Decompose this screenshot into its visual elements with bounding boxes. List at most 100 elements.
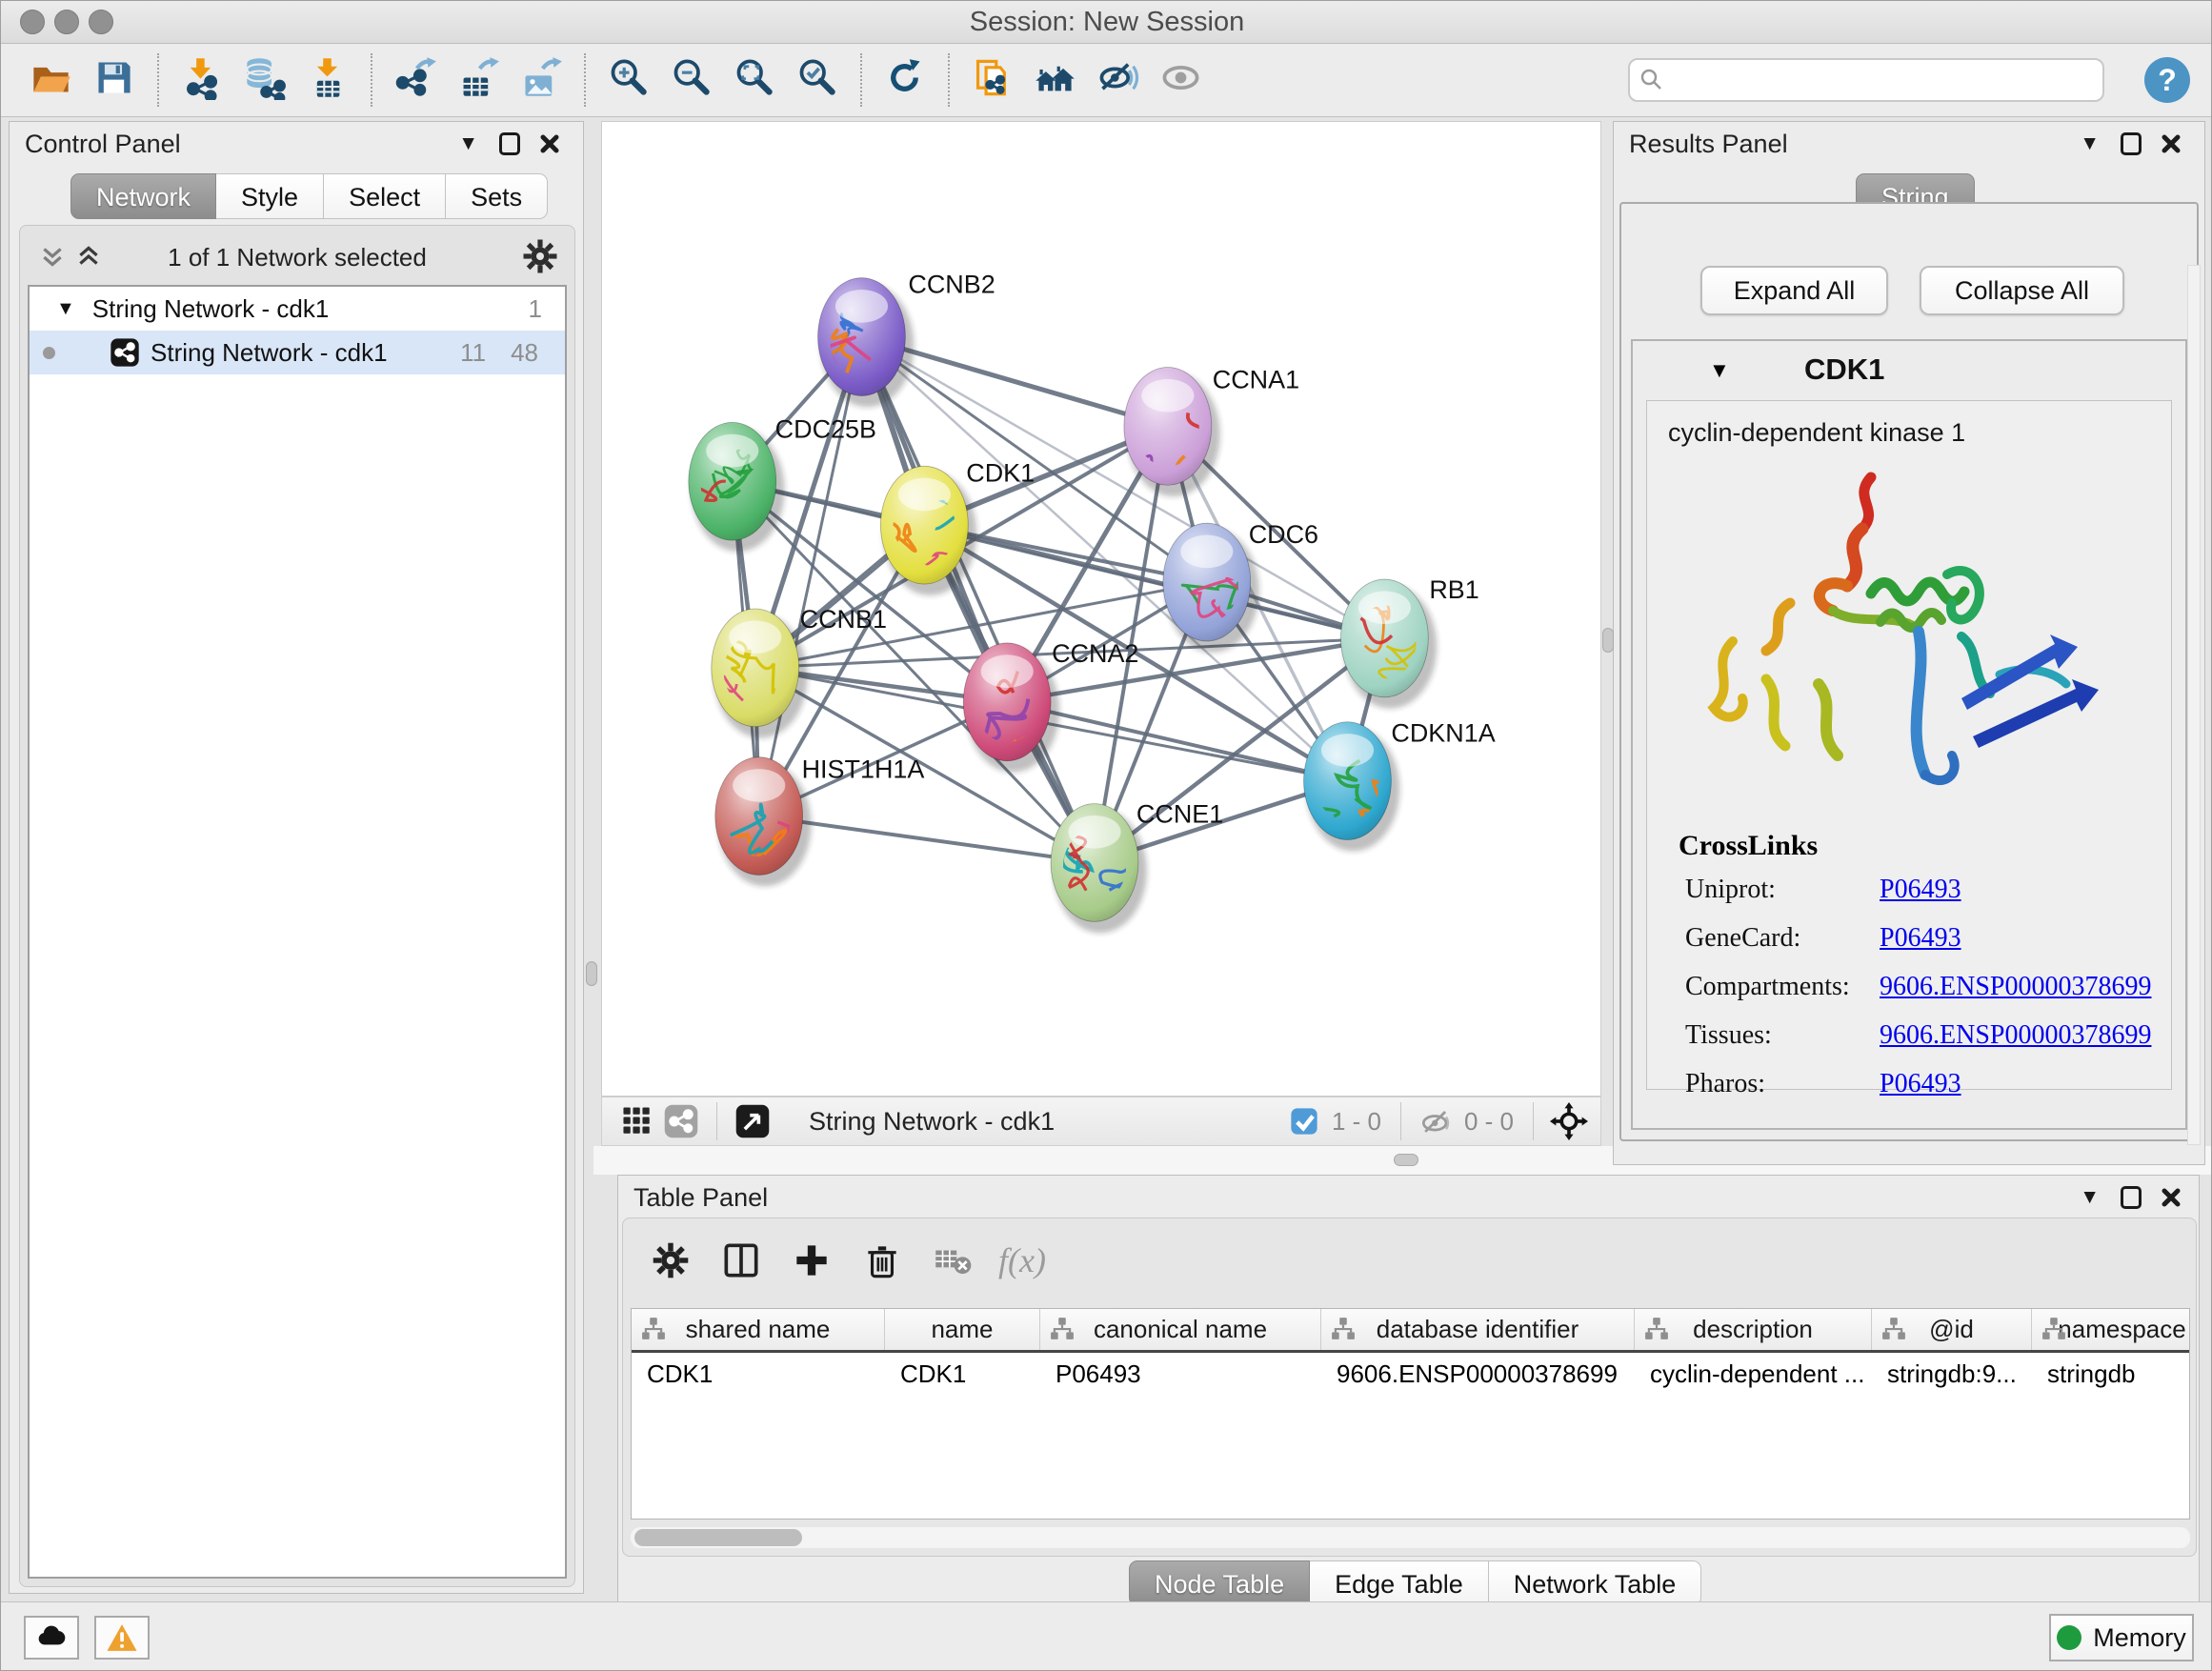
zoom-selected-button[interactable]	[790, 51, 843, 109]
network-node-CCNE1[interactable]	[1051, 804, 1147, 934]
close-panel-icon[interactable]	[2159, 131, 2183, 156]
network-node-HIST1H1A[interactable]	[715, 757, 812, 887]
network-graph[interactable]: CCNB2CCNA1CDC25BCDK1CDC6RB1CCNB1CCNA2CDK…	[602, 122, 1600, 1096]
birdseye-view-icon[interactable]	[731, 1099, 774, 1143]
network-options-gear-icon[interactable]	[519, 235, 561, 277]
save-session-button[interactable]	[87, 51, 140, 109]
table-row[interactable]: CDK1CDK1P064939606.ENSP00000378699cyclin…	[632, 1353, 2189, 1395]
tab-style[interactable]: Style	[216, 173, 324, 219]
tab-network-table[interactable]: Network Table	[1489, 1560, 1702, 1606]
table-cell[interactable]: P06493	[1040, 1359, 1321, 1389]
crosshair-icon[interactable]	[1547, 1099, 1591, 1143]
float-panel-icon[interactable]	[2121, 132, 2142, 155]
tab-sets[interactable]: Sets	[446, 173, 548, 219]
expand-all-button[interactable]: Expand All	[1700, 266, 1888, 315]
column-label: shared name	[686, 1315, 831, 1344]
float-panel-icon[interactable]	[2121, 1186, 2142, 1209]
left-splitter-handle[interactable]	[586, 961, 597, 986]
tab-select[interactable]: Select	[324, 173, 446, 219]
crosslink-link[interactable]: P06493	[1880, 923, 1961, 954]
table-cell[interactable]: cyclin-dependent ...	[1635, 1359, 1872, 1389]
clone-network-button[interactable]	[965, 51, 1018, 109]
center-splitter-handle[interactable]	[1394, 1154, 1418, 1166]
float-panel-icon[interactable]	[499, 132, 520, 155]
close-panel-icon[interactable]	[537, 131, 562, 156]
column-header--id[interactable]: @id	[1872, 1309, 2032, 1350]
shared-column-icon	[641, 1316, 666, 1344]
grid-view-icon[interactable]	[615, 1099, 659, 1143]
delete-column-icon[interactable]	[857, 1236, 907, 1285]
open-session-button[interactable]	[24, 51, 77, 109]
tab-edge-table[interactable]: Edge Table	[1310, 1560, 1489, 1606]
add-column-icon[interactable]	[787, 1236, 836, 1285]
table-cell[interactable]: stringdb	[2032, 1359, 2190, 1389]
protein-section: ▼ CDK1 cyclin-dependent kinase 1 CrossLi…	[1631, 339, 2187, 1130]
search-input[interactable]	[1672, 65, 2093, 96]
export-table-button[interactable]	[451, 51, 504, 109]
tab-network[interactable]: Network	[70, 173, 216, 219]
export-network-button[interactable]	[388, 51, 441, 109]
right-splitter-handle[interactable]	[1602, 628, 1614, 653]
table-hscrollbar-thumb[interactable]	[634, 1529, 802, 1546]
column-header-name[interactable]: name	[885, 1309, 1040, 1350]
hide-details-button[interactable]	[1154, 51, 1207, 109]
network-share-icon[interactable]	[659, 1099, 703, 1143]
network-node-CDKN1A[interactable]	[1299, 722, 1399, 852]
memory-button[interactable]: Memory	[2049, 1614, 2194, 1661]
section-collapse-icon[interactable]: ▼	[1709, 358, 1730, 383]
column-header-description[interactable]: description	[1635, 1309, 1872, 1350]
tree-expand-icon[interactable]: ▼	[56, 298, 75, 320]
export-image-button[interactable]	[513, 51, 567, 109]
column-header-shared-name[interactable]: shared name	[632, 1309, 885, 1350]
network-collection-row[interactable]: ▼ String Network - cdk1 1	[30, 287, 565, 331]
delete-table-icon	[928, 1236, 977, 1285]
crosslink-link[interactable]: P06493	[1880, 1069, 1961, 1099]
column-header-namespace[interactable]: namespace	[2032, 1309, 2190, 1350]
network-view-canvas[interactable]: CCNB2CCNA1CDC25BCDK1CDC6RB1CCNB1CCNA2CDK…	[601, 121, 1601, 1097]
network-edge[interactable]	[861, 337, 1095, 863]
import-table-file-button[interactable]	[300, 51, 353, 109]
zoom-out-button[interactable]	[664, 51, 717, 109]
warnings-button[interactable]	[94, 1616, 150, 1660]
panel-menu-icon[interactable]: ▼	[2080, 131, 2100, 156]
toolbar-separator	[371, 53, 372, 107]
table-cell[interactable]: stringdb:9...	[1872, 1359, 2032, 1389]
network-node-CCNB2[interactable]	[818, 278, 915, 413]
panel-menu-icon[interactable]: ▼	[458, 131, 478, 156]
shared-column-icon	[1644, 1316, 1669, 1344]
zoom-fit-button[interactable]	[727, 51, 780, 109]
crosslink-link[interactable]: 9606.ENSP00000378699	[1880, 972, 2151, 1002]
network-edge[interactable]	[759, 337, 862, 816]
import-network-file-button[interactable]	[174, 51, 228, 109]
show-graphics-details-button[interactable]	[1091, 51, 1144, 109]
network-node-CDC25B[interactable]	[610, 422, 785, 552]
string-home-button[interactable]	[1028, 51, 1081, 109]
help-button[interactable]: ?	[2144, 57, 2190, 103]
split-columns-icon[interactable]	[716, 1236, 766, 1285]
save-icon	[91, 55, 136, 105]
network-type-icon	[109, 336, 141, 369]
export-network-icon	[392, 55, 437, 105]
zoom-in-button[interactable]	[601, 51, 654, 109]
table-cell[interactable]: 9606.ENSP00000378699	[1321, 1359, 1635, 1389]
panel-menu-icon[interactable]: ▼	[2080, 1185, 2100, 1210]
selected-checkbox-icon[interactable]	[1282, 1099, 1326, 1143]
results-scrollbar[interactable]	[2187, 265, 2201, 1145]
table-cell[interactable]: CDK1	[885, 1359, 1040, 1389]
close-panel-icon[interactable]	[2159, 1185, 2183, 1210]
network-row[interactable]: String Network - cdk1 11 48	[30, 331, 565, 374]
column-header-database-identifier[interactable]: database identifier	[1321, 1309, 1635, 1350]
network-node-CCNB1[interactable]	[664, 609, 807, 738]
apply-layout-button[interactable]	[877, 51, 931, 109]
tab-node-table[interactable]: Node Table	[1129, 1560, 1310, 1606]
search-box[interactable]	[1628, 58, 2104, 102]
crosslink-link[interactable]: P06493	[1880, 875, 1961, 905]
export-table-icon	[455, 55, 500, 105]
crosslink-link[interactable]: 9606.ENSP00000378699	[1880, 1020, 2151, 1051]
table-cell[interactable]: CDK1	[632, 1359, 885, 1389]
cloud-status-button[interactable]	[24, 1616, 79, 1660]
column-header-canonical-name[interactable]: canonical name	[1040, 1309, 1321, 1350]
import-network-database-button[interactable]	[237, 51, 291, 109]
table-gear-icon[interactable]	[646, 1236, 695, 1285]
collapse-all-button[interactable]: Collapse All	[1920, 266, 2124, 315]
